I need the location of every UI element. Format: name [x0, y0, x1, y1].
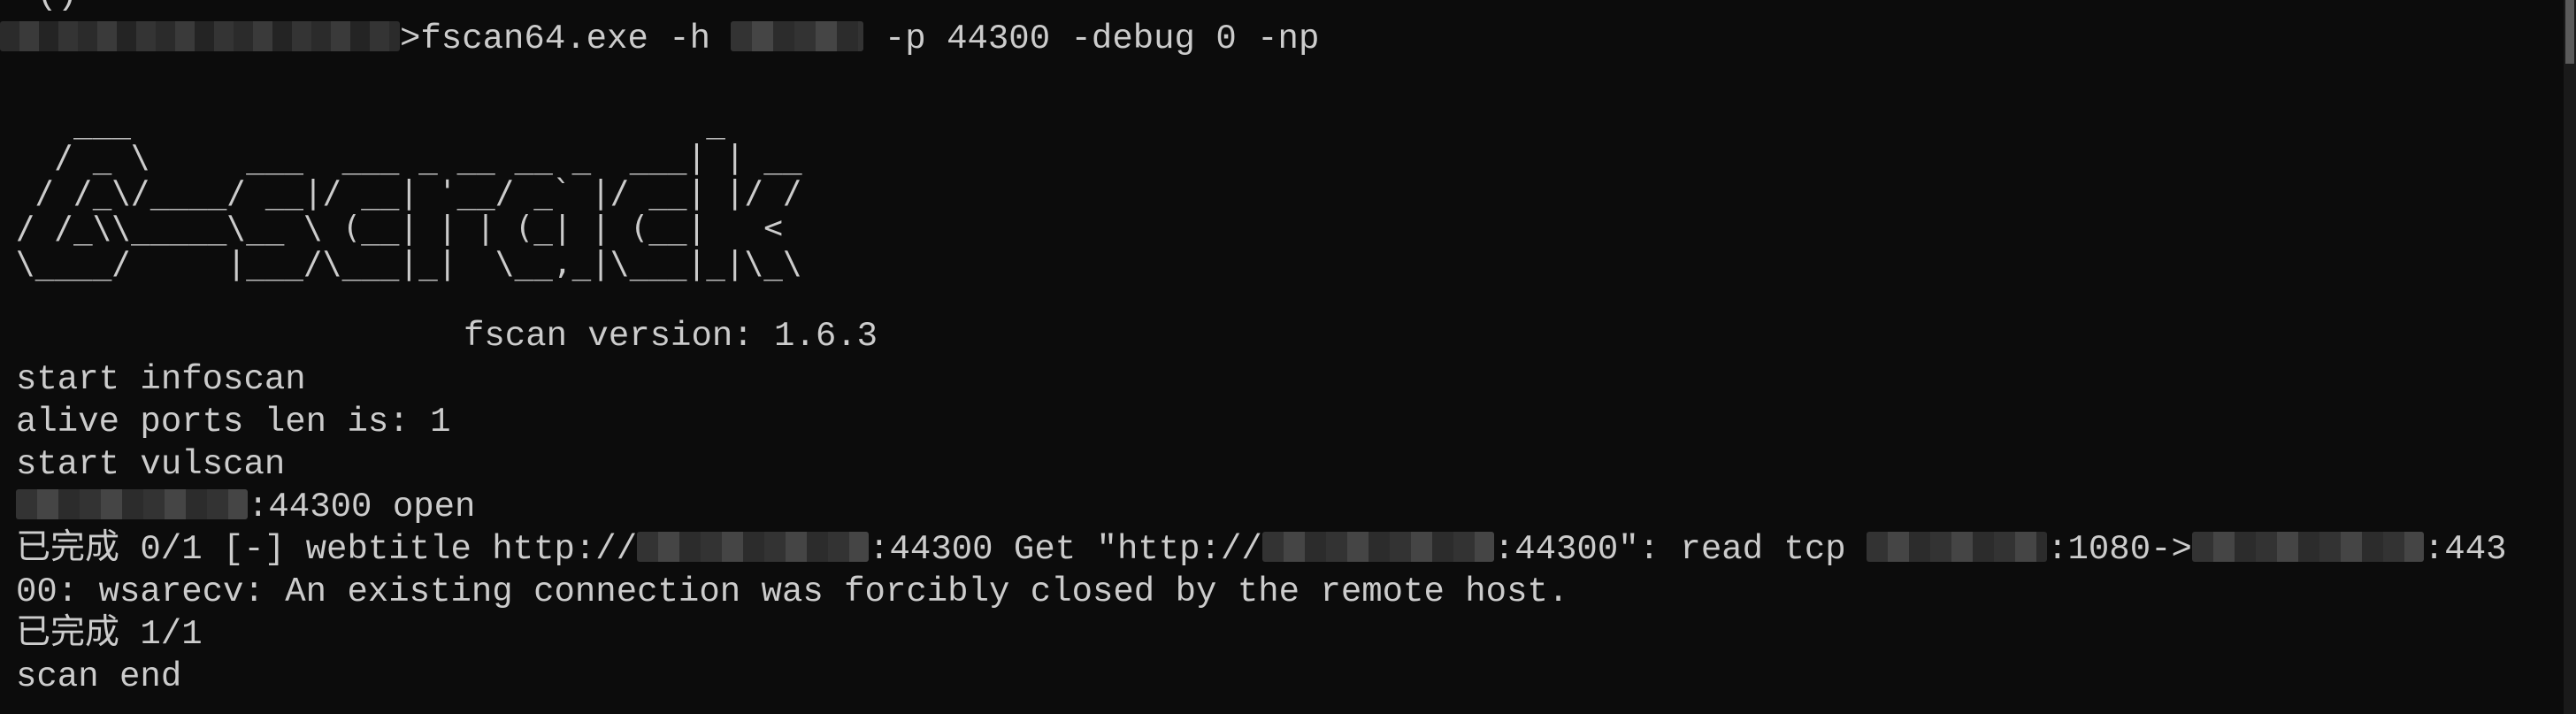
redacted-ip [2191, 532, 2424, 562]
progress-part3: :44300": read tcp [1493, 530, 1867, 569]
output-alive-ports: alive ports len is: 1 [16, 403, 451, 441]
command-executable: fscan64.exe -h [420, 19, 732, 58]
redacted-ip [1261, 532, 1494, 562]
vertical-scrollbar[interactable] [2564, 0, 2576, 714]
redacted-ip [1867, 532, 2048, 562]
progress-part2: :44300 Get "http:// [869, 530, 1262, 569]
output-scan-end: scan end [16, 657, 182, 696]
command-args: -p 44300 -debug 0 -np [863, 19, 1320, 58]
redacted-path [0, 21, 400, 51]
progress-part4: :1080-> [2047, 530, 2192, 569]
progress-prefix: 已完成 0/1 [-] webtitle http:// [16, 530, 638, 569]
progress-part5: :443 [2423, 530, 2507, 569]
redacted-ip [16, 489, 248, 519]
output-error-continuation: 00: wsarecv: An existing connection was … [16, 572, 1569, 611]
redacted-ip [637, 532, 870, 562]
output-start-vulscan: start vulscan [16, 445, 286, 484]
output-open-port: :44300 open [16, 486, 475, 528]
output-webtitle-progress: 已完成 0/1 [-] webtitle http:// :44300 Get "… [16, 528, 2507, 571]
command-line: >fscan64.exe -h -p 44300 -debug 0 -np [0, 18, 1319, 60]
version-line: fscan version: 1.6.3 [464, 317, 878, 356]
gscan-ascii-banner: ___ _ / _ \ ___ ___ _ __ __ _ ___| | __ … [16, 104, 802, 281]
output-done: 已完成 1/1 [16, 615, 203, 654]
terminal-window[interactable]: '() >fscan64.exe -h -p 44300 -debug 0 -n… [0, 0, 2576, 714]
prompt-symbol: > [400, 19, 421, 58]
previous-output-fragment: '() [16, 0, 78, 16]
scrollbar-thumb[interactable] [2565, 0, 2574, 64]
open-port-text: :44300 open [248, 488, 476, 526]
output-start-infoscan: start infoscan [16, 360, 306, 399]
redacted-host [731, 21, 864, 51]
